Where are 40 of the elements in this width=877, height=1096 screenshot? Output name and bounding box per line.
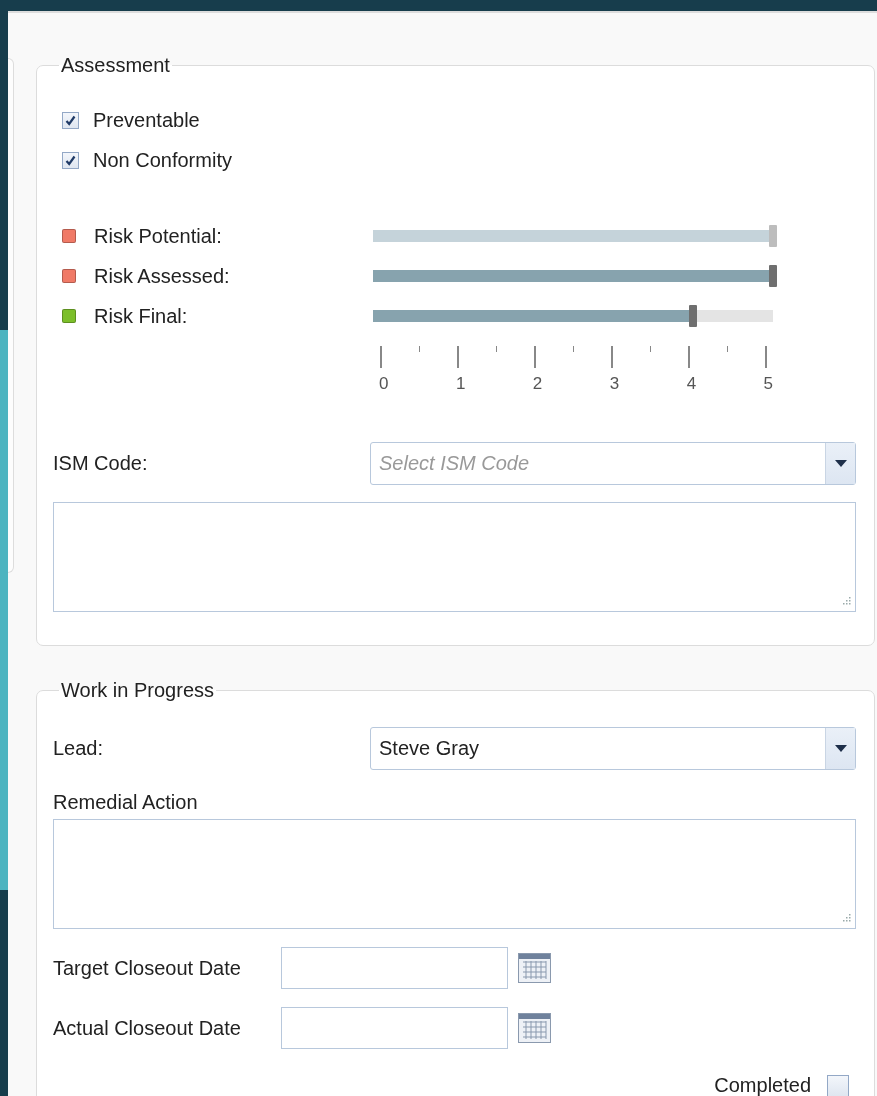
date-field[interactable]	[281, 947, 508, 989]
resize-grip-icon[interactable]	[841, 914, 851, 924]
scale-label: 5	[763, 374, 773, 394]
scale-label: 0	[379, 374, 389, 394]
date-field[interactable]	[281, 1007, 508, 1049]
checkbox-label: Non Conformity	[93, 148, 232, 172]
risk-label: Risk Assessed:	[94, 264, 230, 288]
field-label: Target Closeout Date	[53, 956, 242, 980]
dropdown-button[interactable]	[825, 443, 855, 484]
field-label: Actual Closeout Date	[53, 1016, 242, 1040]
scale-label: 1	[455, 374, 466, 394]
resize-grip-icon[interactable]	[841, 597, 851, 607]
text-area[interactable]	[53, 502, 856, 612]
field-label: ISM Code:	[53, 452, 149, 475]
calendar-icon[interactable]	[518, 1013, 551, 1043]
slider[interactable]	[373, 225, 777, 247]
slider-thumb[interactable]	[689, 305, 697, 327]
dropdown-button[interactable]	[825, 728, 855, 769]
calendar-icon[interactable]	[518, 953, 551, 983]
scale-label: 4	[686, 374, 697, 394]
risk-label: Risk Potential:	[94, 224, 222, 248]
panel-title: Work in Progress	[60, 678, 215, 702]
caret-icon	[834, 745, 847, 752]
checkbox[interactable]	[62, 151, 79, 169]
checkbox[interactable]	[827, 1074, 849, 1096]
caret-icon	[834, 460, 847, 467]
checkbox-label: Completed	[714, 1074, 811, 1096]
slider-thumb[interactable]	[769, 265, 777, 287]
scale-label: 2	[532, 374, 543, 394]
scale-label: 3	[609, 374, 620, 394]
lead-dropdown[interactable]: Steve Gray	[370, 727, 856, 770]
checkbox[interactable]	[62, 111, 79, 129]
placeholder: Select ISM Code	[379, 452, 531, 475]
text-area[interactable]	[53, 819, 856, 929]
slider[interactable]	[373, 265, 777, 287]
checkbox-label: Preventable	[93, 108, 200, 132]
risk-label: Risk Final:	[94, 304, 188, 328]
field-label: Remedial Action	[53, 790, 199, 814]
panel-title: Assessment	[60, 53, 171, 77]
field-label: Lead:	[53, 737, 105, 760]
